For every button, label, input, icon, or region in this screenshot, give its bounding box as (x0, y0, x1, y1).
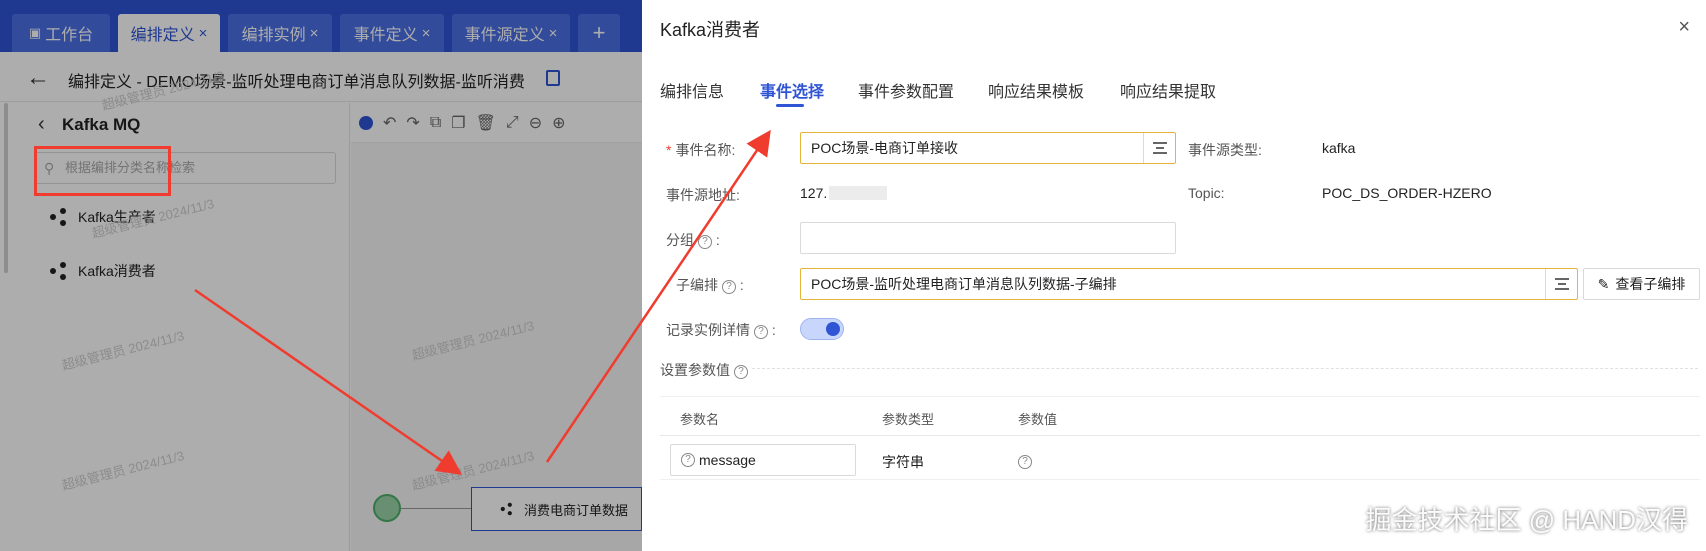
lov-search-icon[interactable] (1143, 133, 1175, 163)
column-header: 参数值 (1018, 412, 1058, 427)
event-name-input[interactable]: POC场景-电商订单接收 (800, 132, 1176, 164)
lov-search-icon[interactable] (1545, 269, 1577, 299)
drawer-title: Kafka消费者 (660, 20, 761, 40)
event-name-label: * 事件名称: (666, 142, 736, 158)
column-header: 参数类型 (882, 412, 935, 427)
help-icon[interactable]: ? (681, 453, 695, 467)
scrollbar[interactable] (4, 103, 8, 273)
record-detail-switch[interactable] (800, 318, 844, 340)
event-source-address-label: 事件源地址: (666, 187, 740, 203)
tab-orchestration-info[interactable]: 编排信息 (660, 78, 724, 102)
brand-watermark: 掘金技术社区 @ HAND汉得 (1365, 505, 1688, 535)
group-input[interactable] (800, 222, 1176, 254)
switch-knob (826, 322, 840, 336)
close-icon[interactable]: × (1678, 16, 1690, 39)
sub-orchestration-value: POC场景-监听处理电商订单消息队列数据-子编排 (811, 276, 1117, 292)
param-value-cell[interactable]: ? (1018, 452, 1032, 469)
record-detail-label: 记录实例详情? : (666, 322, 776, 339)
help-icon[interactable]: ? (698, 235, 712, 249)
link-icon: ✎ (1597, 275, 1610, 292)
event-source-address-value: 127. (800, 185, 888, 201)
active-tab-indicator (776, 104, 804, 107)
app-background: ▣ 工作台 编排定义 × 编排实例 × 事件定义 × 事件源定义 × + ← 编… (0, 0, 642, 551)
modal-mask[interactable] (0, 0, 642, 551)
tab-event-selection[interactable]: 事件选择 (760, 78, 824, 102)
help-icon[interactable]: ? (1018, 455, 1032, 469)
tab-event-param-config[interactable]: 事件参数配置 (858, 78, 954, 102)
redacted-block (829, 186, 888, 200)
annotation-highlight-box (34, 146, 171, 196)
topic-label: Topic: (1188, 185, 1225, 201)
topic-value: POC_DS_ORDER-HZERO (1322, 185, 1492, 201)
table-header: 参数名 参数类型 参数值 (660, 396, 1700, 436)
table-row: ? message 字符串 ? (660, 436, 1700, 480)
sub-orchestration-input[interactable]: POC场景-监听处理电商订单消息队列数据-子编排 (800, 268, 1578, 300)
param-table: 参数名 参数类型 参数值 ? message 字符串 ? (660, 396, 1700, 480)
event-source-type-label: 事件源类型: (1188, 142, 1262, 158)
tab-response-extract[interactable]: 响应结果提取 (1120, 78, 1216, 102)
event-source-type-value: kafka (1322, 140, 1356, 156)
group-label: 分组? : (666, 232, 720, 249)
drawer-panel: Kafka消费者 × 编排信息 事件选择 事件参数配置 响应结果模板 响应结果提… (642, 0, 1706, 551)
section-divider (752, 368, 1698, 369)
tab-response-template[interactable]: 响应结果模板 (988, 78, 1084, 102)
sub-orchestration-label: 子编排? : (676, 277, 744, 294)
param-type-cell: 字符串 (882, 454, 924, 470)
help-icon[interactable]: ? (722, 280, 736, 294)
column-header: 参数名 (680, 412, 720, 427)
event-name-value: POC场景-电商订单接收 (811, 140, 958, 156)
view-sub-orchestration-button[interactable]: ✎ 查看子编排 (1583, 268, 1700, 300)
param-name-cell[interactable]: ? message (670, 444, 856, 476)
help-icon[interactable]: ? (754, 325, 768, 339)
help-icon[interactable]: ? (734, 365, 748, 379)
params-section-title: 设置参数值? (660, 360, 748, 380)
required-mark: * (666, 142, 672, 158)
